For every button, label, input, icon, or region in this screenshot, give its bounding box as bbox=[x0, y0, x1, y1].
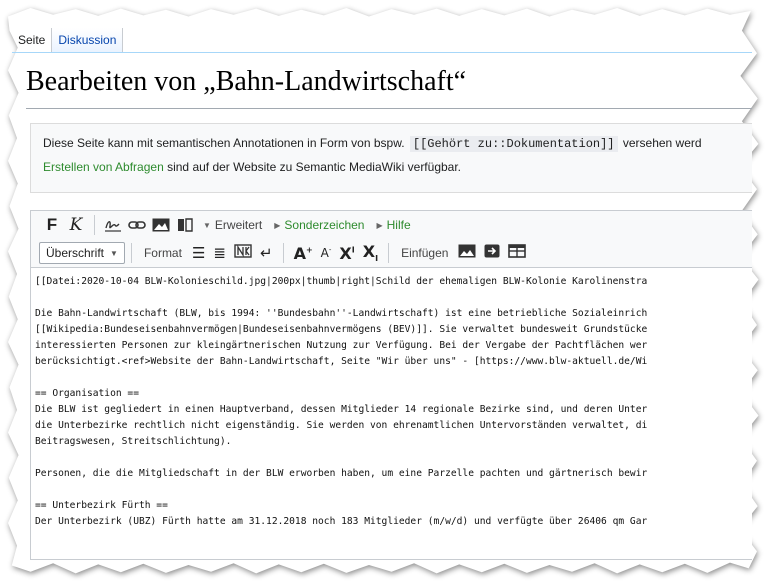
insert-label: Einfügen bbox=[401, 246, 449, 260]
chevron-right-icon: ▶ bbox=[376, 220, 383, 230]
toolbar-separator bbox=[388, 243, 390, 263]
wikitext-editor: F K ▼ Erweitert ▶ Sonderzeichen ▶ Hilfe Übe… bbox=[30, 210, 752, 560]
tab-discussion[interactable]: Diskussion bbox=[51, 28, 124, 52]
advanced-toggle[interactable]: ▼ Erweitert bbox=[203, 218, 262, 232]
toolbar-separator bbox=[130, 243, 132, 263]
notice-text: Diese Seite kann mit semantischen Annota… bbox=[43, 136, 405, 150]
editor-toolbar-main: F K ▼ Erweitert ▶ Sonderzeichen ▶ Hilfe bbox=[31, 211, 752, 239]
reference-icon[interactable] bbox=[176, 214, 194, 236]
nowiki-icon[interactable] bbox=[234, 244, 252, 262]
editor-line: Beitragswesen, Streitschlichtung). bbox=[35, 436, 232, 447]
bullet-list-icon[interactable]: ☰ bbox=[192, 244, 205, 262]
small-text-icon[interactable]: A- bbox=[321, 246, 332, 260]
italic-button[interactable]: K bbox=[67, 214, 85, 236]
tab-divider bbox=[12, 52, 752, 53]
wikitext-textarea[interactable]: [[Datei:2020-10-04 BLW-Kolonieschild.jpg… bbox=[31, 268, 752, 559]
bold-button[interactable]: F bbox=[43, 214, 61, 236]
heading-select[interactable]: Überschrift ▼ bbox=[39, 242, 125, 264]
gallery-icon[interactable] bbox=[458, 244, 476, 262]
special-chars-label: Sonderzeichen bbox=[284, 218, 365, 232]
page-content: Seite Diskussion Bearbeiten von „Bahn-La… bbox=[12, 20, 752, 560]
heading-select-value: Überschrift bbox=[46, 246, 105, 260]
format-label: Format bbox=[143, 246, 182, 260]
redirect-icon[interactable] bbox=[484, 244, 500, 262]
notice-line-1: Diese Seite kann mit semantischen Annota… bbox=[43, 136, 702, 152]
newline-icon[interactable]: ↵ bbox=[260, 244, 273, 262]
signature-icon[interactable] bbox=[104, 214, 122, 236]
notice-text-end: sind auf der Website zu Semantic MediaWi… bbox=[167, 160, 462, 174]
editor-line: berücksichtigt.<ref>Website der Bahn-Lan… bbox=[35, 356, 648, 367]
toolbar-separator bbox=[94, 215, 95, 235]
query-help-link[interactable]: Erstellen von Abfragen bbox=[43, 160, 164, 174]
editor-line: [[Datei:2020-10-04 BLW-Kolonieschild.jpg… bbox=[35, 276, 648, 287]
advanced-label: Erweitert bbox=[214, 218, 263, 232]
special-chars-toggle[interactable]: ▶ Sonderzeichen bbox=[274, 218, 364, 232]
title-rule bbox=[26, 108, 752, 109]
editor-line: == Organisation == bbox=[35, 388, 139, 399]
link-icon[interactable] bbox=[128, 214, 146, 236]
notice-text-cont: versehen werd bbox=[622, 136, 702, 150]
editor-line: Die Bahn-Landwirtschaft (BLW, bis 1994: … bbox=[35, 308, 648, 319]
numbered-list-icon[interactable]: ≣ bbox=[213, 244, 226, 262]
superscript-icon[interactable]: XI bbox=[339, 244, 354, 263]
help-label: Hilfe bbox=[386, 218, 411, 232]
notice-line-2: Erstellen von Abfragen sind auf der Webs… bbox=[43, 160, 461, 174]
toolbar-separator bbox=[282, 243, 284, 263]
editor-line: [[Wikipedia:Bundeseisenbahnvermögen|Bund… bbox=[35, 324, 648, 335]
big-text-icon[interactable]: A+ bbox=[294, 244, 313, 263]
editor-line: die Unterbezirke rechtlich nicht eigenst… bbox=[35, 420, 648, 431]
image-icon[interactable] bbox=[152, 214, 170, 236]
table-icon[interactable] bbox=[508, 244, 527, 262]
chevron-down-icon: ▼ bbox=[203, 220, 211, 230]
chevron-down-icon: ▼ bbox=[110, 248, 118, 258]
editor-line: Die BLW ist gegliedert in einen Hauptver… bbox=[35, 404, 648, 415]
tab-page[interactable]: Seite bbox=[12, 28, 51, 52]
editor-toolbar-advanced: Überschrift ▼ Format ☰ ≣ ↵ A+ A- XI XI Ei… bbox=[31, 239, 752, 268]
editor-line: Personen, die die Mitgliedschaft in der … bbox=[35, 468, 648, 479]
notice-code-sample: [[Gehört zu::Dokumentation]] bbox=[409, 136, 618, 152]
chevron-right-icon: ▶ bbox=[274, 220, 281, 230]
subscript-icon[interactable]: XI bbox=[363, 242, 378, 263]
page-tabs: Seite Diskussion bbox=[12, 26, 124, 52]
editor-line: Der Unterbezirk (UBZ) Fürth hatte am 31.… bbox=[35, 516, 648, 527]
help-toggle[interactable]: ▶ Hilfe bbox=[376, 218, 410, 232]
editor-line: == Unterbezirk Fürth == bbox=[35, 500, 168, 511]
smw-notice-box: Diese Seite kann mit semantischen Annota… bbox=[30, 123, 752, 193]
page-title: Bearbeiten von „Bahn-Landwirtschaft“ bbox=[26, 66, 467, 97]
editor-line: interessierten Personen zur kleingärtner… bbox=[35, 340, 648, 351]
